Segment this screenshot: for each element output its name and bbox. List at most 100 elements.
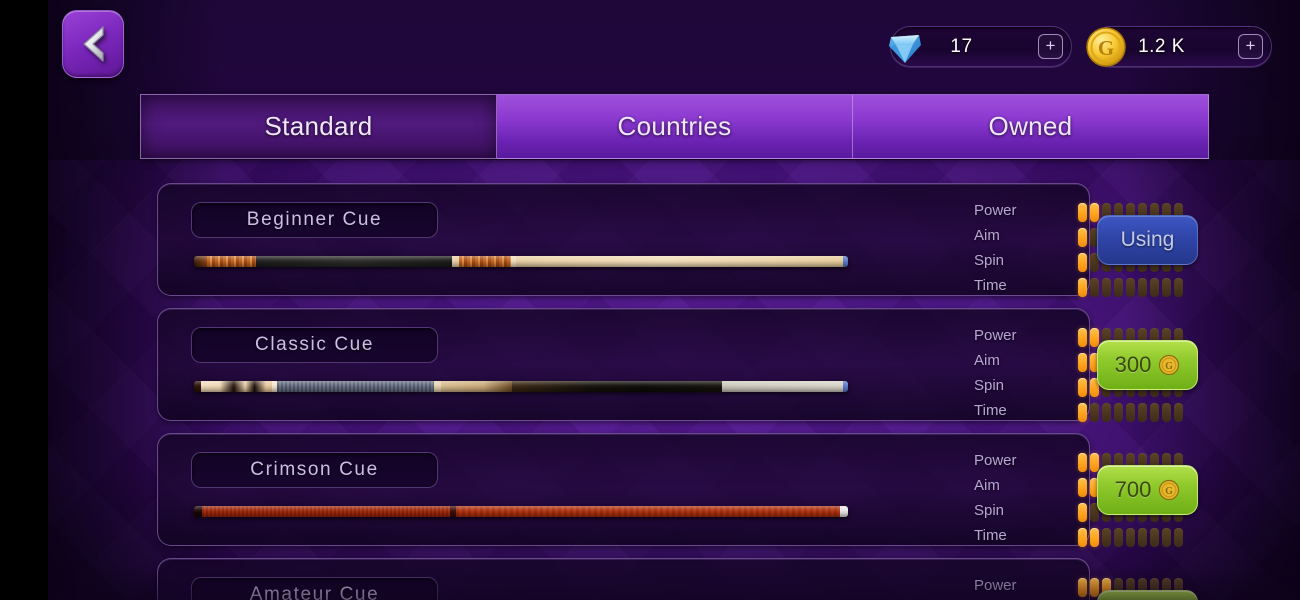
gem-icon (877, 19, 933, 75)
svg-text:G: G (1165, 361, 1173, 372)
cue-nameplate: Beginner Cue (191, 202, 438, 238)
coin-icon: G (1158, 354, 1180, 376)
cue-price-label: 700 (1114, 477, 1152, 502)
coin-icon: G (1077, 18, 1135, 76)
gem-counter[interactable]: 17 + (889, 26, 1072, 67)
stat-row-time: Time (974, 273, 1084, 298)
stat-row-spin: Spin (974, 373, 1084, 398)
stat-row-aim: Aim (974, 348, 1084, 373)
stat-label-time: Time (974, 277, 1007, 294)
coin-add-button[interactable]: + (1238, 34, 1263, 59)
stat-label-aim: Aim (974, 477, 1000, 494)
cue-stats: Power Aim Spin Time (974, 323, 1084, 423)
stat-pip (1078, 453, 1087, 472)
cue-buy-button[interactable]: 300 G (1097, 340, 1198, 390)
cue-card[interactable]: Classic Cue Power Aim Spin Time (157, 308, 1183, 423)
tab-owned-label: Owned (988, 111, 1073, 141)
cue-buy-button[interactable] (1097, 590, 1198, 600)
svg-text:G: G (1165, 486, 1173, 497)
stat-meter-time (1078, 275, 1183, 300)
stat-pip (1090, 328, 1099, 347)
stat-row-time: Time (974, 523, 1084, 548)
cue-card[interactable]: Beginner Cue Power Aim Spin Time (157, 183, 1183, 298)
stat-meter-time (1078, 525, 1183, 550)
stat-pip (1102, 278, 1111, 297)
cue-list[interactable]: Beginner Cue Power Aim Spin Time Classic… (48, 160, 1300, 600)
stat-pip (1090, 403, 1099, 422)
stat-label-aim: Aim (974, 227, 1000, 244)
stat-pip (1078, 478, 1087, 497)
stat-pip (1174, 403, 1183, 422)
stat-row-time: Time (974, 398, 1084, 423)
stat-pip (1114, 278, 1123, 297)
stat-pip (1162, 403, 1171, 422)
stat-pip (1174, 528, 1183, 547)
cue-card[interactable]: Amateur Cue Power Aim Spin Time (157, 558, 1183, 600)
stat-pip (1126, 403, 1135, 422)
stat-pip (1078, 203, 1087, 222)
cue-name: Classic Cue (255, 334, 374, 355)
cue-name: Crimson Cue (250, 459, 379, 480)
cue-card[interactable]: Crimson Cue Power Aim Spin Time (157, 433, 1183, 548)
stat-label-power: Power (974, 452, 1017, 469)
stat-label-aim: Aim (974, 352, 1000, 369)
stat-label-spin: Spin (974, 252, 1005, 269)
stat-pip (1078, 253, 1087, 272)
cue-artwork (194, 256, 848, 267)
stat-pip (1150, 528, 1159, 547)
stat-label-power: Power (974, 577, 1017, 594)
stat-pip (1138, 403, 1147, 422)
cue-artwork (194, 381, 848, 392)
cue-stats: Power Aim Spin Time (974, 448, 1084, 548)
cue-stats: Power Aim Spin Time (974, 198, 1084, 298)
tab-standard[interactable]: Standard (140, 94, 497, 159)
stat-label-time: Time (974, 402, 1007, 419)
stat-label-power: Power (974, 202, 1017, 219)
stat-pip (1090, 578, 1099, 597)
coin-icon: G (1158, 479, 1180, 501)
chevron-left-icon (73, 22, 113, 66)
tab-standard-label: Standard (264, 111, 373, 141)
stat-pip (1162, 278, 1171, 297)
stat-pip (1126, 528, 1135, 547)
stat-pip (1090, 528, 1099, 547)
cue-artwork (194, 506, 848, 517)
stat-pip (1114, 403, 1123, 422)
cue-using-button[interactable]: Using (1097, 215, 1198, 265)
stat-pip (1078, 528, 1087, 547)
stat-pip (1126, 278, 1135, 297)
stat-row-aim: Aim (974, 473, 1084, 498)
tab-owned[interactable]: Owned (853, 94, 1209, 159)
stat-pip (1138, 278, 1147, 297)
stat-pip (1102, 528, 1111, 547)
stat-pip (1078, 378, 1087, 397)
game-shop-screen: 17 + G 1.2 K + Standard Countries Owned … (0, 0, 1300, 600)
stat-pip (1078, 278, 1087, 297)
stat-pip (1078, 578, 1087, 597)
stat-pip (1174, 278, 1183, 297)
stat-pip (1078, 503, 1087, 522)
stat-row-power: Power (974, 573, 1084, 598)
back-button[interactable] (62, 10, 124, 78)
gem-add-button[interactable]: + (1038, 34, 1063, 59)
letterbox-left (0, 0, 48, 600)
stat-pip (1090, 453, 1099, 472)
stat-pip (1078, 403, 1087, 422)
tab-countries[interactable]: Countries (497, 94, 853, 159)
stat-pip (1078, 228, 1087, 247)
stat-pip (1162, 528, 1171, 547)
stat-row-spin: Spin (974, 248, 1084, 273)
stat-pip (1114, 528, 1123, 547)
stat-pip (1102, 403, 1111, 422)
stat-row-power: Power (974, 198, 1084, 223)
cue-name: Beginner Cue (246, 209, 383, 230)
cue-buy-button[interactable]: 700 G (1097, 465, 1198, 515)
cue-nameplate: Crimson Cue (191, 452, 438, 488)
stat-row-power: Power (974, 448, 1084, 473)
coin-counter[interactable]: G 1.2 K + (1086, 26, 1272, 67)
cue-nameplate: Amateur Cue (191, 577, 438, 600)
tab-countries-label: Countries (617, 111, 732, 141)
cue-name: Amateur Cue (249, 584, 380, 600)
stat-meter-time (1078, 400, 1183, 425)
tab-bar: Standard Countries Owned (140, 94, 1209, 159)
